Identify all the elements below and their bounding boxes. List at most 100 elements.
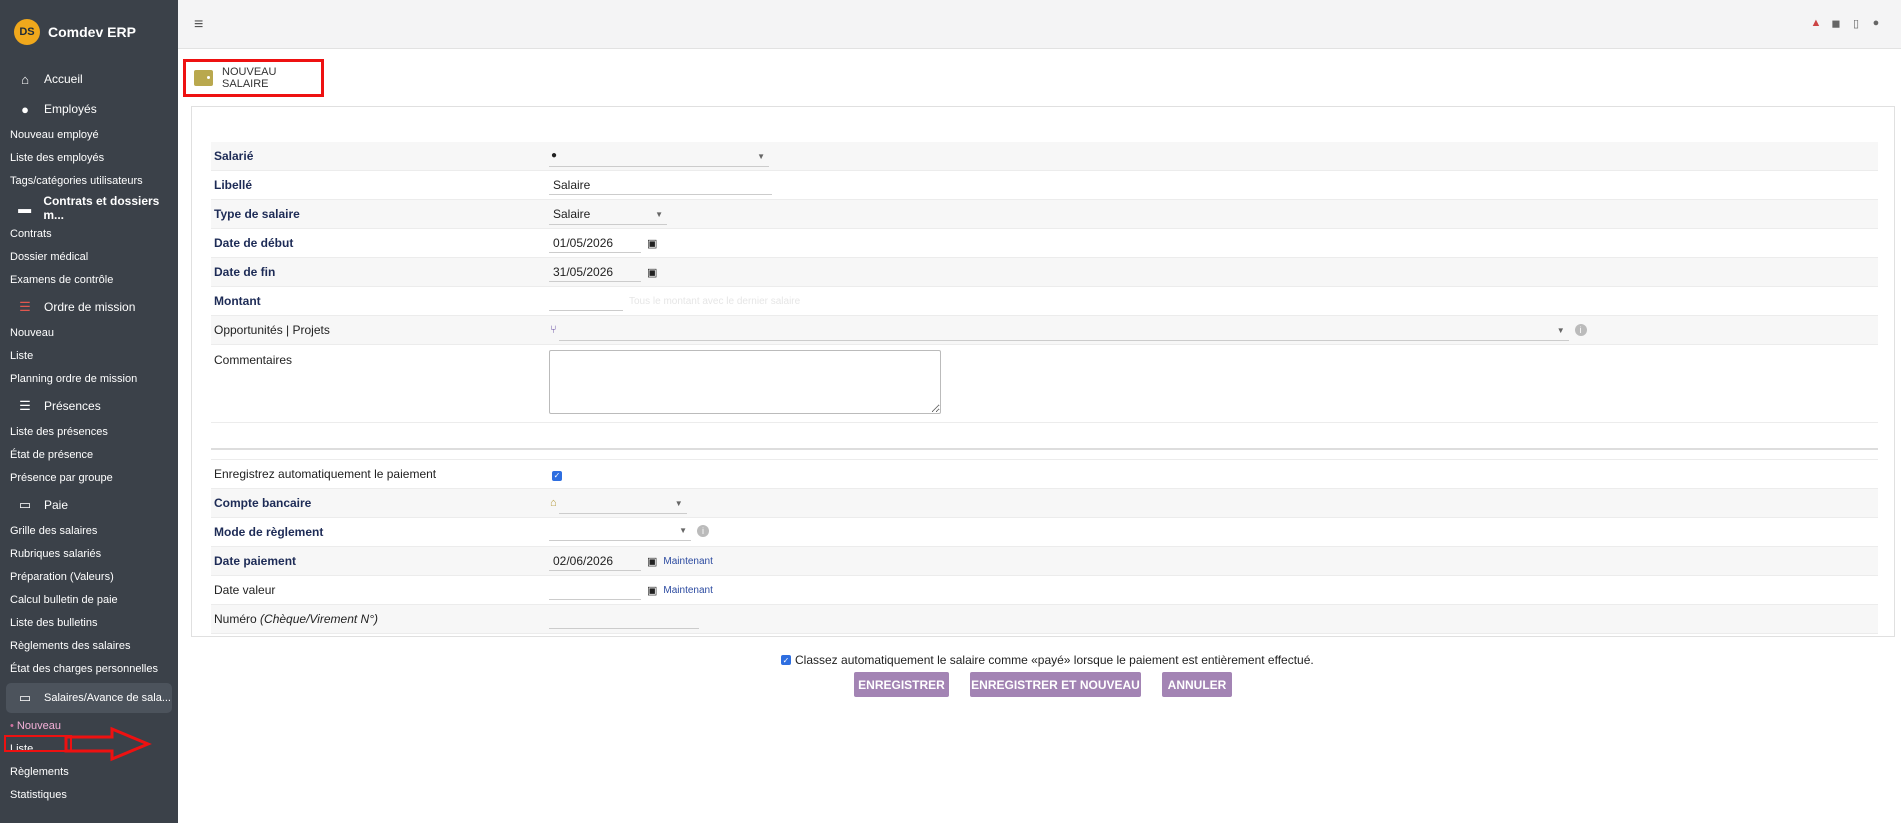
sidebar-item-contrats[interactable]: ▬ Contrats et dossiers m... <box>0 193 178 223</box>
sidebar-link-reglements-salaires[interactable]: Règlements des salaires <box>0 635 178 658</box>
sidebar-link-contrats[interactable]: Contrats <box>0 223 178 246</box>
sidebar-item-label: Paie <box>44 498 69 512</box>
chevron-down-icon: ▼ <box>674 498 683 508</box>
sidebar-link-liste-presences[interactable]: Liste des présences <box>0 421 178 444</box>
notification-icon[interactable]: ▲ <box>1809 16 1823 30</box>
sidebar-link-grille[interactable]: Grille des salaires <box>0 520 178 543</box>
calendar-icon[interactable]: ▣ <box>647 266 657 279</box>
type-select[interactable]: Salaire ▼ <box>549 204 667 225</box>
sidebar-item-ordre-mission[interactable]: ☰ Ordre de mission <box>0 292 178 322</box>
sidebar-link-planning[interactable]: Planning ordre de mission <box>0 368 178 391</box>
row-numero: Numéro (Chèque/Virement N°) <box>211 604 1878 634</box>
sidebar-item-employes[interactable]: ● Employés <box>0 94 178 124</box>
money-icon: ▭ <box>18 497 32 512</box>
info-icon[interactable]: i <box>1574 324 1587 336</box>
auto-paid-label: Classez automatiquement le salaire comme… <box>795 653 1314 667</box>
commentaires-label: Commentaires <box>211 344 546 423</box>
sidebar-item-accueil[interactable]: ⌂ Accueil <box>0 64 178 94</box>
type-label: Type de salaire <box>211 199 546 229</box>
sidebar-link-tags[interactable]: Tags/catégories utilisateurs <box>0 170 178 193</box>
date-valeur-input[interactable] <box>549 580 641 600</box>
user-avatar-icon[interactable]: ● <box>1869 16 1883 30</box>
divider <box>211 448 1878 450</box>
date-debut-input[interactable] <box>549 233 641 253</box>
date-valeur-label: Date valeur <box>211 575 546 605</box>
sidebar-link-examens[interactable]: Examens de contrôle <box>0 269 178 292</box>
sidebar-link-nouveau-employe[interactable]: Nouveau employé <box>0 124 178 147</box>
chat-icon[interactable]: ◼ <box>1829 16 1843 30</box>
task-list-icon: ☰ <box>19 299 31 314</box>
sidebar-item-label: Salaires/Avance de sala... <box>44 692 171 704</box>
compte-label: Compte bancaire <box>211 488 546 518</box>
page-title-box: NOUVEAU SALAIRE <box>183 59 324 97</box>
compte-select[interactable]: ▼ <box>558 493 687 514</box>
chevron-down-icon: ▼ <box>757 151 765 161</box>
row-separator <box>211 422 1878 460</box>
bank-icon: ⌂ <box>550 497 557 509</box>
chevron-down-icon: ▼ <box>655 209 663 219</box>
row-commentaires: Commentaires <box>211 344 1878 423</box>
commentaires-textarea[interactable] <box>549 350 941 414</box>
calendar-icon[interactable]: ▣ <box>647 237 657 250</box>
sidebar-item-label: Ordre de mission <box>44 300 136 314</box>
date-paiement-input[interactable] <box>549 551 641 571</box>
user-icon: ● <box>551 150 558 161</box>
mode-label: Mode de règlement <box>211 517 546 547</box>
cancel-button[interactable]: ANNULER <box>1162 672 1232 697</box>
sidebar-link-rubriques[interactable]: Rubriques salariés <box>0 543 178 566</box>
brand-logo: DS <box>14 19 40 45</box>
sidebar-link-bulletins[interactable]: Liste des bulletins <box>0 612 178 635</box>
sidebar-link-etat-presence[interactable]: État de présence <box>0 444 178 467</box>
info-icon[interactable]: i <box>697 524 709 537</box>
auto-paiement-checkbox[interactable]: ✓ <box>552 470 562 481</box>
chevron-down-icon: ▼ <box>679 526 687 535</box>
salary-form: Salarié ● ▼ Libellé Type de salaire Sala… <box>211 142 1878 634</box>
sidebar-link-ordre-liste[interactable]: Liste <box>0 345 178 368</box>
sidebar-link-dossier-medical[interactable]: Dossier médical <box>0 246 178 269</box>
row-libelle: Libellé <box>211 170 1878 200</box>
mode-select[interactable]: ▼ <box>549 520 691 541</box>
row-opportunites: Opportunités | Projets ⑂ ▼ i <box>211 315 1878 345</box>
date-debut-label: Date de début <box>211 228 546 258</box>
row-montant: Montant Tous le montant avec le dernier … <box>211 286 1878 316</box>
maintenant-link[interactable]: Maintenant <box>663 556 712 567</box>
sidebar-item-label: Contrats et dossiers m... <box>43 194 160 222</box>
sidebar-link-charges[interactable]: État des charges personnelles <box>0 658 178 681</box>
sidebar-link-salaire-statistiques[interactable]: Statistiques <box>0 784 178 807</box>
brand[interactable]: DS Comdev ERP <box>0 0 178 64</box>
auto-paid-checkbox[interactable]: ✓ <box>781 655 791 665</box>
sidebar-item-salaires[interactable]: ▭ Salaires/Avance de sala... <box>6 683 172 713</box>
libelle-label: Libellé <box>211 170 546 200</box>
libelle-input[interactable] <box>549 175 772 195</box>
salarie-select[interactable]: ● ▼ <box>549 146 769 167</box>
opportunites-select[interactable]: ▼ <box>558 320 1569 341</box>
clipboard-icon[interactable]: ▯ <box>1849 16 1863 30</box>
sidebar-item-label: Employés <box>44 102 97 116</box>
sidebar-link-ordre-nouveau[interactable]: Nouveau <box>0 322 178 345</box>
row-date-debut: Date de début ▣ <box>211 228 1878 258</box>
sidebar-link-liste-employes[interactable]: Liste des employés <box>0 147 178 170</box>
sidebar-link-preparation[interactable]: Préparation (Valeurs) <box>0 566 178 589</box>
row-compte: Compte bancaire ⌂ ▼ <box>211 488 1878 518</box>
numero-input[interactable] <box>549 609 699 629</box>
calendar-icon[interactable]: ▣ <box>647 555 657 568</box>
date-fin-input[interactable] <box>549 262 641 282</box>
sidebar-item-paie[interactable]: ▭ Paie <box>0 490 178 520</box>
brand-name: Comdev ERP <box>48 24 136 40</box>
menu-toggle-icon[interactable]: ≡ <box>194 16 203 34</box>
save-and-new-button[interactable]: ENREGISTRER ET NOUVEAU <box>970 672 1141 697</box>
save-button[interactable]: ENREGISTRER <box>854 672 949 697</box>
sidebar-link-salaire-reglements[interactable]: Règlements <box>0 761 178 784</box>
montant-input[interactable] <box>549 291 623 311</box>
top-icons: ▲ ◼ ▯ ● <box>1809 16 1883 30</box>
row-salarie: Salarié ● ▼ <box>211 142 1878 171</box>
sidebar-link-calcul[interactable]: Calcul bulletin de paie <box>0 589 178 612</box>
montant-hint: Tous le montant avec le dernier salaire <box>629 295 801 307</box>
maintenant-link[interactable]: Maintenant <box>663 585 712 596</box>
sidebar-item-presences[interactable]: ☰ Présences <box>0 391 178 421</box>
sidebar-link-presence-groupe[interactable]: Présence par groupe <box>0 467 178 490</box>
numero-label-cell: Numéro (Chèque/Virement N°) <box>211 604 546 634</box>
row-date-paiement: Date paiement ▣ Maintenant <box>211 546 1878 576</box>
calendar-icon[interactable]: ▣ <box>647 584 657 597</box>
row-mode: Mode de règlement ▼ i <box>211 517 1878 547</box>
